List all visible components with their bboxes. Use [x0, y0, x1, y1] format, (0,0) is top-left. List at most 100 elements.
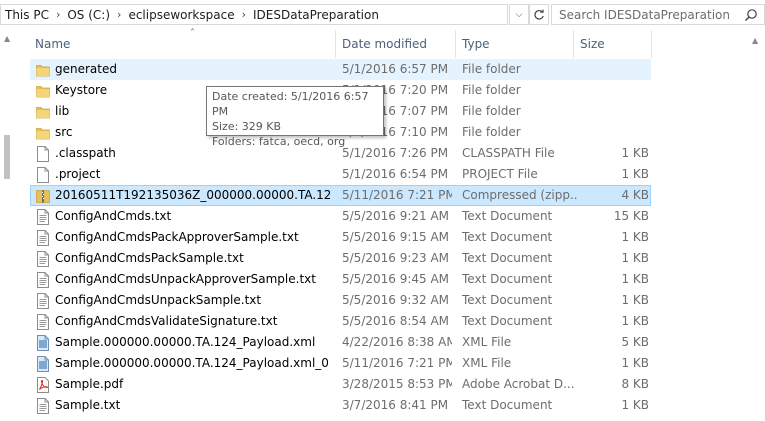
column-divider[interactable] — [455, 30, 456, 58]
file-name: 20160511T192135036Z_000000.00000.TA.124.… — [55, 188, 330, 202]
file-date-modified: 5/5/2016 9:45 AM — [342, 272, 450, 286]
file-name: ConfigAndCmdsValidateSignature.txt — [55, 314, 278, 328]
file-row-project[interactable]: .project 5/1/2016 6:54 PM PROJECT File 1 KB — [30, 164, 651, 185]
file-size: 1 KB — [621, 272, 649, 286]
column-header-row: ˄ Name Date modified Type Size — [15, 28, 750, 58]
file-row-configandcmds-txt[interactable]: ConfigAndCmds.txt 5/5/2016 9:21 AM Text Do… — [30, 206, 651, 227]
file-size: 8 KB — [621, 377, 649, 391]
folder-icon — [36, 83, 50, 99]
file-row-configandcmdspackapproversample-txt[interactable]: ConfigAndCmdsPackApproverSample.txt 5/5/2… — [30, 227, 651, 248]
breadcrumb-os-c[interactable]: OS (C:) — [67, 8, 110, 22]
file-size — [580, 102, 649, 121]
search-box[interactable]: Search IDESDataPreparation — [551, 4, 765, 25]
address-history-dropdown[interactable]: ⌵ — [509, 4, 529, 25]
file-row-sample-000000-00000-ta-124-payload-xml[interactable]: Sample.000000.00000.TA.124_Payload.xml 4/… — [30, 332, 651, 353]
column-header-type[interactable]: Type — [457, 30, 573, 58]
file-size: 1 KB — [621, 146, 649, 160]
column-header-size[interactable]: Size — [575, 30, 651, 58]
file-row-20160511t192135036z-000000-00000-ta-124-zip[interactable]: 20160511T192135036Z_000000.00000.TA.124.… — [30, 185, 651, 206]
breadcrumb-idesdatapreparation[interactable]: IDESDataPreparation — [253, 8, 379, 22]
tooltip-folders: Folders: fatca, oecd, org — [212, 135, 346, 148]
search-icon[interactable] — [744, 8, 758, 22]
file-size: 1 KB — [621, 314, 649, 328]
folder-icon — [36, 104, 50, 120]
file-row-configandcmdsunpacksample-txt[interactable]: ConfigAndCmdsUnpackSample.txt 5/5/2016 9:… — [30, 290, 651, 311]
file-row-configandcmdspacksample-txt[interactable]: ConfigAndCmdsPackSample.txt 5/5/2016 9:23… — [30, 248, 651, 269]
file-type: XML File — [462, 356, 512, 370]
folder-row-generated[interactable]: generated 5/1/2016 6:57 PM File folder — [30, 59, 651, 80]
scroll-up-icon[interactable]: ▲ — [752, 36, 758, 45]
file-row-sample-pdf[interactable]: Sample.pdf 3/28/2015 8:53 PM Adobe Acrobat… — [30, 374, 651, 395]
breadcrumb-eclipseworkspace[interactable]: eclipseworkspace — [128, 8, 234, 22]
file-type: File folder — [462, 125, 521, 139]
address-bar[interactable]: This PC › OS (C:) › eclipseworkspace › I… — [0, 4, 508, 25]
refresh-button[interactable] — [529, 4, 549, 25]
file-type: Compressed (zipp... — [462, 188, 578, 202]
file-size: 4 KB — [621, 188, 649, 202]
file-row-sample-000000-00000-ta-124-payload-xml-0-signe[interactable]: Sample.000000.00000.TA.124_Payload.xml_0… — [30, 353, 651, 374]
file-date-modified: 3/7/2016 8:41 PM — [342, 398, 449, 412]
file-type: Text Document — [462, 230, 553, 244]
chevron-right-icon[interactable]: › — [56, 8, 60, 21]
file-type: File folder — [462, 83, 521, 97]
column-header-name[interactable]: Name — [30, 30, 335, 58]
xml-file-icon — [36, 335, 50, 351]
file-name: Sample.pdf — [55, 377, 124, 391]
file-name: .project — [55, 167, 101, 181]
file-date-modified: 5/5/2016 8:54 AM — [342, 314, 450, 328]
blank-file-icon — [36, 167, 50, 183]
file-size: 1 KB — [621, 398, 649, 412]
tooltip-size: Size: 329 KB — [212, 120, 282, 133]
text-file-icon — [36, 230, 50, 246]
file-size: 1 KB — [621, 230, 649, 244]
file-date-modified: 5/11/2016 7:21 PM — [342, 356, 452, 370]
file-date-modified: 5/5/2016 9:15 AM — [342, 230, 450, 244]
blank-file-icon — [36, 146, 50, 162]
file-row-sample-txt[interactable]: Sample.txt 3/7/2016 8:41 PM Text Document 1… — [30, 395, 651, 416]
file-date-modified: 5/5/2016 9:23 AM — [342, 251, 450, 265]
file-name: Sample.000000.00000.TA.124_Payload.xml_0… — [55, 356, 330, 370]
file-size: 1 KB — [621, 251, 649, 265]
file-name: Sample.txt — [55, 398, 121, 412]
navigation-scrollbar-thumb[interactable] — [4, 135, 10, 179]
breadcrumb-this-pc[interactable]: This PC — [5, 8, 49, 22]
file-size — [580, 60, 649, 79]
text-file-icon — [36, 314, 50, 330]
file-row-configandcmdsvalidatesignature-txt[interactable]: ConfigAndCmdsValidateSignature.txt 5/5/20… — [30, 311, 651, 332]
file-type: CLASSPATH File — [462, 146, 555, 160]
chevron-right-icon[interactable]: › — [242, 8, 246, 21]
text-file-icon — [36, 272, 50, 288]
chevron-right-icon[interactable]: › — [117, 8, 121, 21]
file-size — [580, 123, 649, 142]
column-header-date-modified[interactable]: Date modified — [337, 30, 455, 58]
file-name: Sample.000000.00000.TA.124_Payload.xml — [55, 335, 316, 349]
file-type: Text Document — [462, 398, 553, 412]
file-name: ConfigAndCmdsUnpackApproverSample.txt — [55, 272, 316, 286]
chevron-down-icon: ⌵ — [515, 9, 523, 20]
file-type: Text Document — [462, 209, 553, 223]
file-name: ConfigAndCmdsPackApproverSample.txt — [55, 230, 299, 244]
file-type: PROJECT File — [462, 167, 538, 181]
text-file-icon — [36, 251, 50, 267]
file-date-modified: 5/11/2016 7:21 PM — [342, 188, 452, 202]
file-date-modified: 5/1/2016 6:54 PM — [342, 167, 449, 181]
xml-file-icon — [36, 356, 50, 372]
vertical-scrollbar[interactable]: ▲ — [748, 30, 765, 419]
file-date-modified: 5/1/2016 6:57 PM — [342, 62, 449, 76]
search-input[interactable]: Search IDESDataPreparation — [559, 8, 730, 22]
file-size: 1 KB — [621, 167, 649, 181]
file-type: Adobe Acrobat D... — [462, 377, 575, 391]
column-divider[interactable] — [573, 30, 574, 58]
column-divider[interactable] — [651, 30, 652, 58]
column-divider[interactable] — [335, 30, 336, 58]
navigation-pane: ▲ — [0, 30, 15, 419]
refresh-icon — [534, 9, 544, 20]
file-size: 1 KB — [621, 356, 649, 370]
scroll-up-icon[interactable]: ▲ — [4, 34, 10, 43]
file-date-modified: 5/5/2016 9:32 AM — [342, 293, 450, 307]
file-size: 5 KB — [621, 335, 649, 349]
file-type: Text Document — [462, 251, 553, 265]
file-row-configandcmdsunpackapproversample-txt[interactable]: ConfigAndCmdsUnpackApproverSample.txt 5/5… — [30, 269, 651, 290]
file-size: 1 KB — [621, 293, 649, 307]
file-name: generated — [55, 62, 117, 76]
